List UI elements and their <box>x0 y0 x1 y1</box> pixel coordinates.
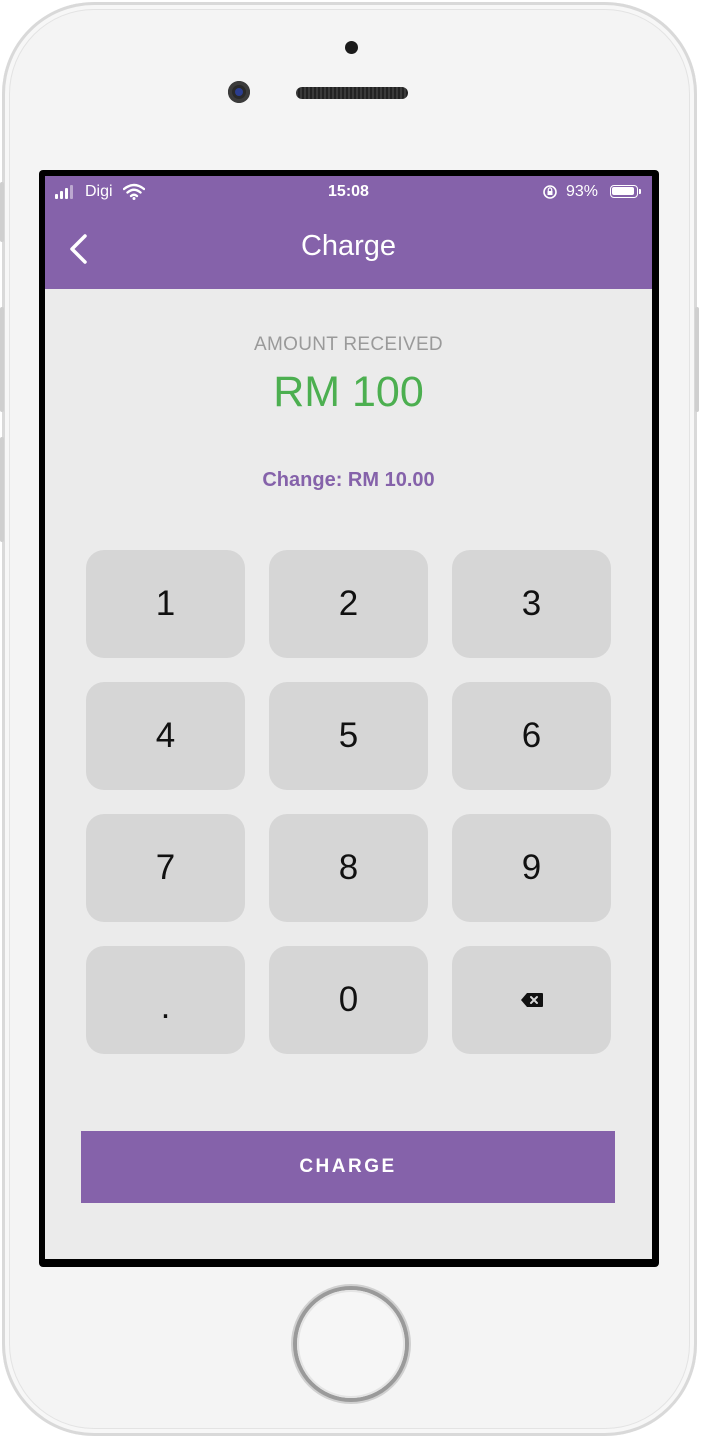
front-camera <box>228 81 250 103</box>
battery-icon <box>610 185 641 198</box>
volume-up-button <box>0 307 4 412</box>
key-6[interactable]: 6 <box>452 682 611 790</box>
earpiece-speaker <box>296 87 408 99</box>
status-bar: Digi 15:08 93% <box>45 176 652 210</box>
key-8[interactable]: 8 <box>269 814 428 922</box>
key-2[interactable]: 2 <box>269 550 428 658</box>
proximity-sensor <box>345 41 358 54</box>
key-0[interactable]: 0 <box>269 946 428 1054</box>
key-decimal-label: . <box>160 986 171 1026</box>
key-1[interactable]: 1 <box>86 550 245 658</box>
key-7[interactable]: 7 <box>86 814 245 922</box>
app-screen: Digi 15:08 93% Charge AMOUNT RECEIVED RM… <box>45 176 652 1259</box>
power-button <box>695 307 699 412</box>
status-time: 15:08 <box>328 183 369 200</box>
key-5[interactable]: 5 <box>269 682 428 790</box>
backspace-icon <box>520 993 543 1007</box>
key-backspace[interactable] <box>452 946 611 1054</box>
key-decimal[interactable]: . <box>86 946 245 1054</box>
rotation-lock-icon <box>543 185 557 199</box>
battery-percent: 93% <box>566 183 599 200</box>
key-4[interactable]: 4 <box>86 682 245 790</box>
home-button[interactable] <box>297 1290 405 1398</box>
change-amount: Change: RM 10.00 <box>262 469 435 491</box>
charge-button[interactable]: CHARGE <box>81 1131 615 1203</box>
key-3[interactable]: 3 <box>452 550 611 658</box>
page-title: Charge <box>300 230 397 262</box>
mute-switch <box>0 182 4 242</box>
amount-label: AMOUNT RECEIVED <box>254 334 443 355</box>
app-header: Digi 15:08 93% Charge <box>45 176 652 289</box>
volume-down-button <box>0 437 4 542</box>
amount-value: RM 100 <box>273 368 424 416</box>
key-9[interactable]: 9 <box>452 814 611 922</box>
